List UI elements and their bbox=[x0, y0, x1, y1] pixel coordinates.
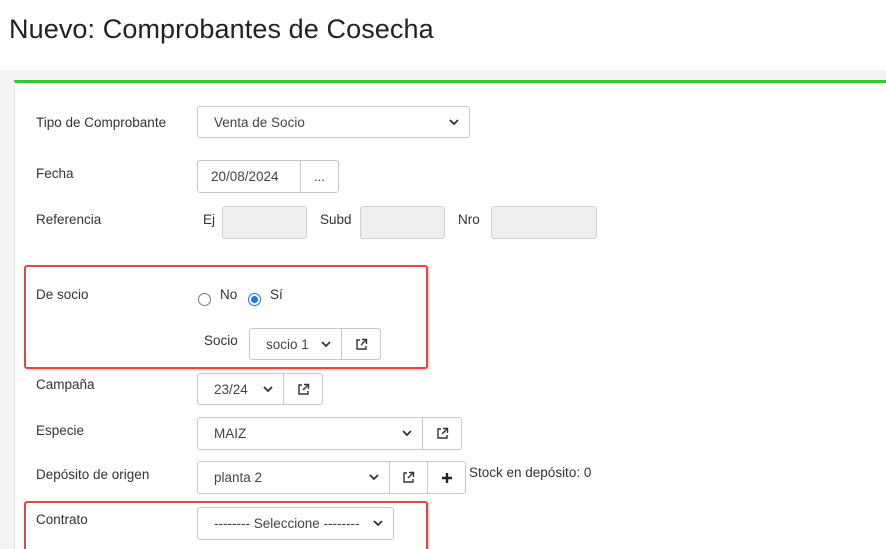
nro-label: Nro bbox=[458, 212, 480, 227]
external-link-icon bbox=[402, 471, 415, 484]
chevron-down-icon bbox=[368, 471, 380, 483]
socio-open-link-button[interactable] bbox=[341, 328, 381, 360]
nro-input[interactable] bbox=[491, 206, 597, 239]
socio-value: socio 1 bbox=[266, 336, 309, 352]
contrato-label: Contrato bbox=[36, 512, 88, 527]
chevron-down-icon bbox=[320, 338, 332, 350]
especie-select[interactable]: MAIZ bbox=[197, 417, 423, 450]
subd-input[interactable] bbox=[360, 206, 445, 239]
subd-label: Subd bbox=[320, 212, 352, 227]
deposito-open-link-button[interactable] bbox=[389, 461, 428, 494]
campana-select[interactable]: 23/24 bbox=[197, 373, 284, 405]
socio-label: Socio bbox=[204, 333, 238, 348]
especie-value: MAIZ bbox=[214, 426, 247, 441]
contrato-select[interactable]: -------- Seleccione -------- bbox=[197, 507, 394, 540]
ej-label: Ej bbox=[203, 212, 216, 227]
contrato-value: -------- Seleccione -------- bbox=[214, 516, 360, 531]
deposito-origen-select[interactable]: planta 2 bbox=[197, 461, 390, 494]
radio-si-label[interactable]: Sí bbox=[270, 287, 283, 302]
chevron-down-icon bbox=[372, 517, 384, 529]
stock-deposito-text: Stock en depósito: 0 bbox=[469, 465, 592, 480]
tipo-comprobante-value: Venta de Socio bbox=[214, 114, 305, 130]
date-picker-button[interactable]: ... bbox=[300, 160, 339, 193]
radio-si[interactable] bbox=[248, 293, 261, 306]
campana-open-link-button[interactable] bbox=[283, 373, 323, 405]
plus-icon bbox=[441, 472, 453, 484]
de-socio-label: De socio bbox=[36, 287, 89, 302]
ej-input[interactable] bbox=[222, 206, 307, 239]
chevron-down-icon bbox=[401, 427, 413, 439]
radio-no-label[interactable]: No bbox=[220, 287, 237, 302]
page-title: Nuevo: Comprobantes de Cosecha bbox=[9, 14, 434, 44]
fecha-label: Fecha bbox=[36, 166, 74, 181]
campana-label: Campaña bbox=[36, 377, 95, 392]
socio-select[interactable]: socio 1 bbox=[249, 328, 342, 360]
fecha-value: 20/08/2024 bbox=[211, 169, 279, 184]
radio-no[interactable] bbox=[198, 293, 211, 306]
panel-top-gutter bbox=[0, 70, 886, 80]
tipo-comprobante-select[interactable]: Venta de Socio bbox=[197, 106, 470, 138]
date-picker-label: ... bbox=[314, 169, 325, 184]
especie-open-link-button[interactable] bbox=[422, 417, 462, 450]
campana-value: 23/24 bbox=[214, 381, 248, 397]
deposito-origen-label: Depósito de origen bbox=[36, 467, 150, 482]
fecha-input[interactable]: 20/08/2024 bbox=[197, 160, 301, 193]
referencia-label: Referencia bbox=[36, 212, 102, 227]
external-link-icon bbox=[355, 338, 368, 351]
page-header: Nuevo: Comprobantes de Cosecha bbox=[0, 0, 886, 70]
chevron-down-icon bbox=[262, 383, 274, 395]
external-link-icon bbox=[297, 383, 310, 396]
panel-left-gutter bbox=[0, 70, 14, 549]
tipo-comprobante-label: Tipo de Comprobante bbox=[36, 115, 167, 130]
chevron-down-icon bbox=[448, 116, 460, 128]
external-link-icon bbox=[436, 427, 449, 440]
deposito-add-button[interactable] bbox=[427, 461, 466, 494]
deposito-origen-value: planta 2 bbox=[214, 470, 263, 485]
especie-label: Especie bbox=[36, 423, 85, 438]
